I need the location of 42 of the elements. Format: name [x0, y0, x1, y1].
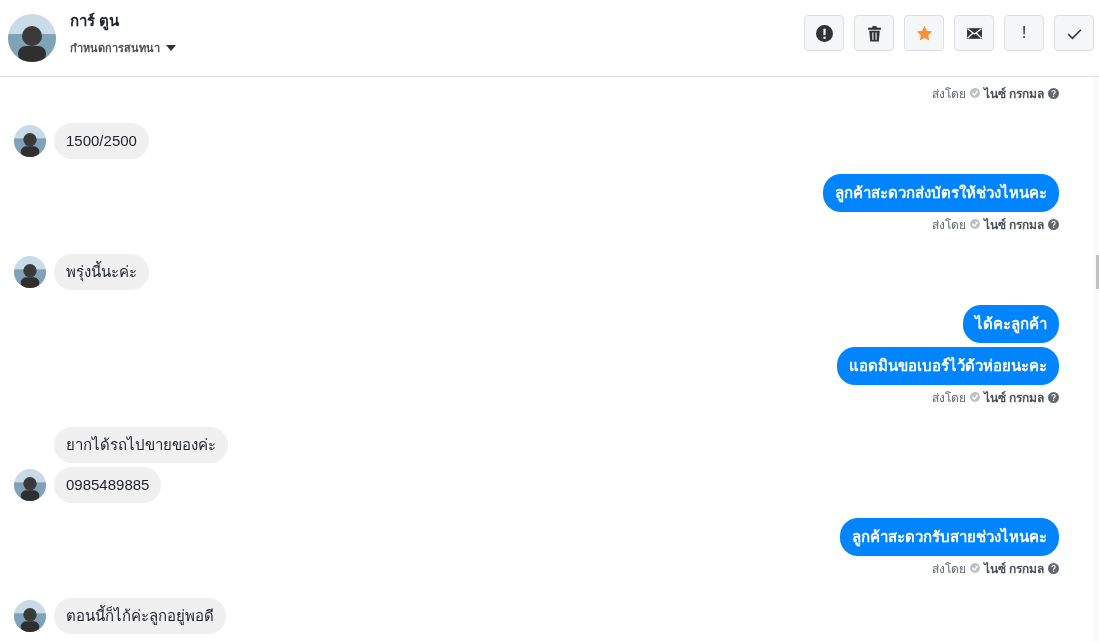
- star-icon: [915, 24, 933, 42]
- check-circle-icon: [969, 88, 980, 98]
- question-circle-icon[interactable]: [1048, 87, 1059, 99]
- outgoing-message: ลูกค้าสะดวกส่งบัตรให้ช่วงไหนคะ: [823, 174, 1059, 212]
- question-circle-icon[interactable]: [1048, 391, 1059, 403]
- text-button[interactable]: !: [1004, 15, 1044, 51]
- question-circle-icon[interactable]: [1048, 218, 1059, 230]
- question-circle-icon[interactable]: [1048, 562, 1059, 574]
- incoming-message: ตอนนี้ก็ไก้ค่ะลูกอยู่พอดี: [54, 598, 226, 634]
- incoming-message: 0985489885: [54, 467, 162, 503]
- star-button[interactable]: [904, 15, 944, 51]
- trash-icon: [865, 24, 883, 42]
- avatar-photo: [14, 125, 46, 157]
- check-circle-icon: [969, 563, 980, 573]
- avatar-photo: [14, 600, 46, 632]
- exclamation-circle-icon: [815, 24, 833, 42]
- avatar-photo: [8, 14, 56, 62]
- outgoing-message: ลูกค้าสะดวกรับสายช่วงไหนคะ: [840, 518, 1059, 556]
- sent-by-label: ส่งโดย: [931, 216, 966, 234]
- sent-by-label: ส่งโดย: [931, 85, 966, 103]
- incoming-message: ยากได้รถไปขายของค่ะ: [54, 427, 228, 463]
- sender-name: ไนซ์ กรกมล: [983, 216, 1044, 234]
- incoming-message: 1500/2500: [54, 123, 149, 159]
- sender-name: ไนซ์ กรกมล: [983, 85, 1044, 103]
- scrollbar[interactable]: [1093, 77, 1099, 641]
- outgoing-message: แอดมินขอเบอร์ไว้ด้วห่อยนะคะ: [837, 347, 1059, 385]
- sent-by-label: ส่งโดย: [931, 389, 966, 407]
- check-circle-icon: [969, 219, 980, 229]
- outgoing-message: ได้คะลูกค้า: [963, 305, 1059, 343]
- incoming-message: พรุ่งนี้นะค่ะ: [54, 254, 149, 290]
- conversation-settings-link[interactable]: กำหนดการสนทนา: [70, 39, 160, 57]
- contact-name: การ์ ตูน: [70, 11, 121, 33]
- alert-button[interactable]: [804, 15, 844, 51]
- mail-button[interactable]: [954, 15, 994, 51]
- avatar-photo: [14, 256, 46, 288]
- caret-icon[interactable]: [166, 45, 176, 51]
- check-circle-icon: [969, 392, 980, 402]
- sender-name: ไนซ์ กรกมล: [983, 389, 1044, 407]
- avatar-photo: [14, 469, 46, 501]
- sent-by-label: ส่งโดย: [931, 560, 966, 578]
- sender-name: ไนซ์ กรกมล: [983, 560, 1044, 578]
- delete-button[interactable]: [854, 15, 894, 51]
